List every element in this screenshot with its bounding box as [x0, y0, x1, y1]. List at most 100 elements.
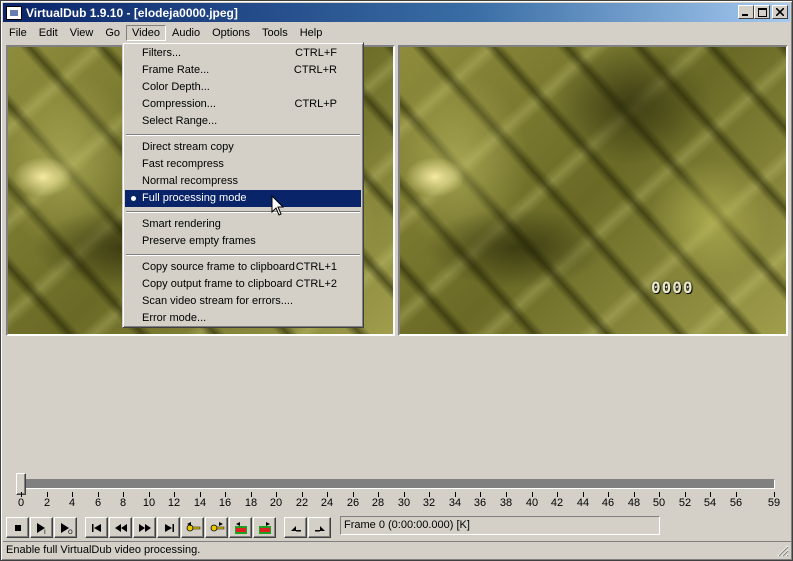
go-start-icon [91, 523, 101, 532]
close-icon [776, 8, 784, 16]
menu-item-shortcut [337, 156, 355, 173]
menu-item-copy-source-frame-to-clipboard[interactable]: Copy source frame to clipboard CTRL+1 [125, 259, 361, 276]
title-bar[interactable]: VirtualDub 1.9.10 - [elodeja0000.jpeg] [3, 3, 790, 22]
menu-item-label: Direct stream copy [142, 141, 234, 153]
menu-item-full-processing-mode[interactable]: Full processing mode [125, 190, 361, 207]
menu-bar: File Edit View Go Video Audio Options To… [3, 23, 790, 42]
menu-item-shortcut [337, 310, 355, 327]
go-start-button[interactable] [85, 517, 108, 538]
stop-button[interactable] [6, 517, 29, 538]
prev-frame-icon [114, 523, 127, 532]
menu-item-label: Copy output frame to clipboard [142, 278, 293, 290]
menu-item-label: Copy source frame to clipboard [142, 261, 295, 273]
next-frame-button[interactable] [133, 517, 156, 538]
menu-item-frame-rate[interactable]: Frame Rate... CTRL+R [125, 62, 361, 79]
key-next-button[interactable] [205, 517, 228, 538]
menu-item-smart-rendering[interactable]: Smart rendering [125, 216, 361, 233]
menu-item-label: Full processing mode [142, 192, 247, 204]
menu-video[interactable]: Video [126, 24, 166, 41]
video-menu-dropdown: Filters... CTRL+F Frame Rate... CTRL+R Color… [122, 42, 364, 328]
menu-item-preserve-empty-frames[interactable]: Preserve empty frames [125, 233, 361, 250]
menu-item-fast-recompress[interactable]: Fast recompress [125, 156, 361, 173]
play-output-button[interactable]: O [54, 517, 77, 538]
menu-item-copy-output-frame-to-clipboard[interactable]: Copy output frame to clipboard CTRL+2 [125, 276, 361, 293]
menu-item-shortcut: CTRL+F [295, 47, 337, 59]
mark-in-icon [290, 525, 301, 531]
menu-item-label: Frame Rate... [142, 64, 210, 76]
menu-view[interactable]: View [64, 25, 100, 41]
menu-item-label: Normal recompress [142, 175, 238, 187]
scene-next-button[interactable] [253, 517, 276, 538]
menu-item-label: Select Range... [142, 115, 218, 127]
resize-grip-icon[interactable] [777, 545, 789, 557]
menu-item-filters[interactable]: Filters... CTRL+F [125, 45, 361, 62]
timeline-track[interactable] [18, 479, 775, 489]
menu-item-shortcut [337, 216, 355, 233]
menu-item-label: Error mode... [142, 312, 207, 324]
menu-item-shortcut [337, 173, 355, 190]
menu-options[interactable]: Options [206, 25, 256, 41]
scene-next-icon [258, 521, 271, 534]
timeline-tick-label: 56 [729, 497, 743, 509]
radio-bullet-icon [131, 196, 136, 201]
timeline-tick-labels: 0 2 4 6 8 10 12 14 16 18 20 22 24 26 28 30 32 34 36 38 40 42 4… [1, 497, 793, 511]
stop-icon [14, 524, 21, 531]
close-button[interactable] [772, 5, 788, 19]
menu-item-label: Fast recompress [142, 158, 224, 170]
maximize-button[interactable] [754, 5, 770, 19]
minimize-icon [742, 14, 748, 16]
frame-readout: Frame 0 (0:00:00.000) [K] [340, 516, 660, 535]
menu-separator [125, 130, 361, 139]
key-prev-icon [186, 521, 200, 531]
menu-item-normal-recompress[interactable]: Normal recompress [125, 173, 361, 190]
menu-item-label: Scan video stream for errors.... [142, 295, 293, 307]
menu-item-shortcut [337, 79, 355, 96]
scene-prev-icon [234, 521, 247, 534]
status-bar: Enable full VirtualDub video processing. [3, 541, 792, 559]
menu-item-shortcut: CTRL+R [293, 64, 337, 76]
timeline-tick-label: 59 [767, 497, 781, 509]
prev-frame-button[interactable] [109, 517, 132, 538]
mark-out-icon [314, 525, 325, 531]
play-input-button[interactable]: I [30, 517, 53, 538]
status-text: Enable full VirtualDub video processing. [6, 544, 201, 556]
next-frame-icon [138, 523, 151, 532]
svg-text:O: O [68, 529, 73, 534]
menu-item-select-range[interactable]: Select Range... [125, 113, 361, 130]
scene-prev-button[interactable] [229, 517, 252, 538]
go-end-button[interactable] [157, 517, 180, 538]
window-title: VirtualDub 1.9.10 - [elodeja0000.jpeg] [26, 5, 238, 20]
menu-item-error-mode[interactable]: Error mode... [125, 310, 361, 327]
frame-number-overlay: 0000 [651, 278, 694, 297]
menu-item-direct-stream-copy[interactable]: Direct stream copy [125, 139, 361, 156]
menu-go[interactable]: Go [99, 25, 126, 41]
minimize-button[interactable] [738, 5, 754, 19]
mark-out-button[interactable] [308, 517, 331, 538]
go-end-icon [164, 523, 174, 532]
menu-item-shortcut: CTRL+2 [295, 278, 337, 290]
app-window: VirtualDub 1.9.10 - [elodeja0000.jpeg] F… [0, 0, 793, 561]
menu-item-label: Filters... [142, 47, 182, 59]
menu-item-label: Smart rendering [142, 218, 221, 230]
key-next-icon [210, 521, 224, 531]
menu-item-color-depth[interactable]: Color Depth... [125, 79, 361, 96]
menu-item-shortcut [337, 190, 355, 207]
menu-edit[interactable]: Edit [33, 25, 64, 41]
menu-item-shortcut [337, 139, 355, 156]
menu-item-shortcut: CTRL+1 [295, 261, 337, 273]
play-input-icon: I [36, 522, 46, 534]
menu-file[interactable]: File [3, 25, 33, 41]
output-video-pane[interactable]: 0000 [398, 45, 788, 336]
menu-item-label: Color Depth... [142, 81, 210, 93]
menu-separator [125, 250, 361, 259]
menu-help[interactable]: Help [294, 25, 329, 41]
menu-item-compression[interactable]: Compression... CTRL+P [125, 96, 361, 113]
menu-item-shortcut [337, 233, 355, 250]
menu-separator [125, 207, 361, 216]
menu-tools[interactable]: Tools [256, 25, 294, 41]
menu-item-scan-video-stream-for-errors[interactable]: Scan video stream for errors.... [125, 293, 361, 310]
menu-audio[interactable]: Audio [166, 25, 206, 41]
virtualdub-app-icon[interactable] [6, 5, 22, 20]
mark-in-button[interactable] [284, 517, 307, 538]
key-prev-button[interactable] [181, 517, 204, 538]
